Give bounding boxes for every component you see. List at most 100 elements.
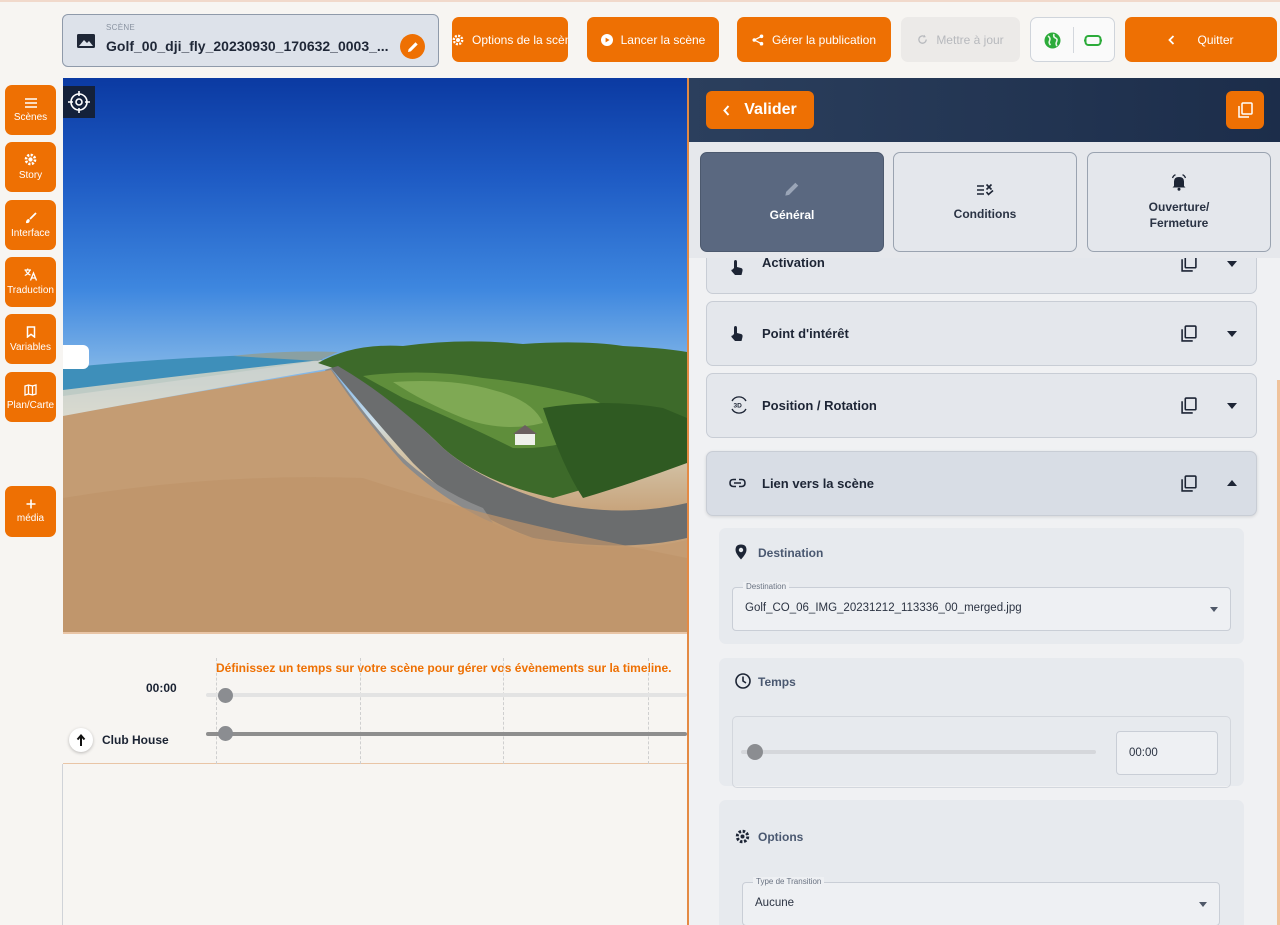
tab-open-close[interactable]: Ouverture/Fermeture (1087, 152, 1271, 252)
chevron-left-icon (1168, 35, 1175, 45)
copy-icon[interactable] (1181, 475, 1197, 492)
section-point-of-interest[interactable]: Point d'intérêt (706, 301, 1257, 366)
chevron-down-icon[interactable] (1227, 403, 1237, 409)
timeline-gridline (216, 658, 217, 764)
update-button[interactable]: Mettre à jour (901, 17, 1020, 62)
brush-icon (25, 212, 37, 224)
validate-button[interactable]: Valider (706, 91, 814, 129)
caret-down-icon (1210, 607, 1218, 612)
timeline-scrubber-knob[interactable] (218, 688, 233, 703)
tab-conditions-label: Conditions (954, 206, 1017, 222)
time-input[interactable]: 00:00 (1116, 731, 1218, 775)
link-icon (729, 478, 746, 488)
add-media-label: média (17, 513, 44, 524)
toggle-separator (1073, 27, 1074, 53)
time-slider-track[interactable] (741, 750, 1096, 754)
panel-tabs: Général Conditions Ouverture/Fermeture (689, 142, 1280, 258)
panel-toggle-handle[interactable] (63, 345, 89, 369)
quit-button[interactable]: Quitter (1125, 17, 1277, 62)
tab-general[interactable]: Général (700, 152, 884, 252)
transition-type-value: Aucune (755, 897, 794, 909)
gear-icon (735, 829, 750, 844)
launch-scene-button[interactable]: Lancer la scène (587, 17, 719, 62)
plus-icon (26, 499, 36, 509)
left-border (62, 764, 63, 925)
scene-selector[interactable]: SCÈNE Golf_00_dji_fly_20230930_170632_00… (62, 14, 439, 67)
copy-icon (1238, 102, 1253, 118)
map-icon (24, 384, 37, 396)
bookmark-icon (26, 326, 36, 338)
copy-icon[interactable] (1181, 397, 1197, 414)
touch-icon (729, 259, 745, 277)
destination-field-label: Destination (743, 582, 789, 591)
tab-open-close-line2: Fermeture (1150, 216, 1209, 230)
translate-icon (24, 268, 38, 281)
scene-label: SCÈNE (106, 23, 135, 32)
time-slider-knob[interactable] (747, 744, 763, 760)
top-accent-line (0, 0, 1280, 2)
bell-icon (1171, 174, 1187, 191)
timeline-gridline (648, 658, 649, 764)
event-track[interactable] (206, 732, 687, 736)
globe-icon[interactable] (1044, 32, 1061, 49)
validate-label: Valider (744, 101, 796, 119)
vr-headset-icon[interactable] (1084, 34, 1102, 47)
timeline-scrubber-track[interactable] (206, 693, 687, 697)
duplicate-panel-button[interactable] (1226, 91, 1264, 129)
sidebar-item-map[interactable]: Plan/Carte (5, 372, 56, 422)
time-input-value: 00:00 (1129, 747, 1158, 759)
compass-button[interactable] (63, 86, 95, 118)
options-card: Options Type de Transition Aucune (719, 800, 1244, 925)
section-position-rotation-title: Position / Rotation (762, 398, 877, 413)
timeline: Définissez un temps sur votre scène pour… (63, 634, 687, 764)
sidebar-item-scenes[interactable]: Scènes (5, 85, 56, 135)
section-scene-link[interactable]: Lien vers la scène (706, 451, 1257, 516)
menu-icon (25, 98, 37, 108)
manage-publication-button[interactable]: Gérer la publication (737, 17, 891, 62)
pencil-icon (784, 181, 800, 197)
image-icon (77, 34, 95, 48)
sidebar-item-label: Story (19, 170, 42, 181)
event-track-knob[interactable] (218, 726, 233, 741)
update-label: Mettre à jour (936, 33, 1003, 47)
section-point-of-interest-title: Point d'intérêt (762, 326, 849, 341)
clock-icon (735, 673, 751, 689)
gear-icon (24, 153, 37, 166)
chevron-left-icon (723, 105, 730, 116)
play-circle-icon (601, 34, 613, 46)
compass-icon (67, 90, 91, 114)
sidebar-item-interface[interactable]: Interface (5, 200, 56, 250)
tab-conditions[interactable]: Conditions (893, 152, 1077, 252)
sidebar-item-label: Variables (10, 342, 51, 353)
panorama-viewer[interactable] (63, 78, 687, 633)
section-position-rotation[interactable]: 3D Position / Rotation (706, 373, 1257, 438)
edit-scene-button[interactable] (400, 34, 425, 59)
tab-open-close-line1: Ouverture/ (1149, 200, 1210, 214)
tab-general-label: Général (770, 207, 815, 223)
chevron-down-icon[interactable] (1227, 261, 1237, 267)
add-media-button[interactable]: média (5, 486, 56, 537)
chevron-up-icon[interactable] (1227, 480, 1237, 486)
transition-type-select[interactable]: Type de Transition Aucune (742, 882, 1220, 925)
refresh-icon (917, 34, 928, 45)
conditions-icon (976, 182, 994, 196)
svg-text:3D: 3D (734, 403, 743, 410)
timeline-current-time: 00:00 (146, 681, 177, 695)
scene-options-button[interactable]: Options de la scène (452, 17, 568, 62)
chevron-down-icon[interactable] (1227, 331, 1237, 337)
copy-icon[interactable] (1181, 325, 1197, 342)
time-control-box: 00:00 (732, 716, 1231, 788)
arrow-up-icon (76, 734, 86, 747)
sidebar-item-translation[interactable]: Traduction (5, 257, 56, 307)
sidebar-item-variables[interactable]: Variables (5, 314, 56, 364)
destination-value: Golf_CO_06_IMG_20231212_113336_00_merged… (745, 602, 1022, 614)
manage-publication-label: Gérer la publication (772, 33, 876, 47)
sidebar-item-story[interactable]: Story (5, 142, 56, 192)
destination-select[interactable]: Destination Golf_CO_06_IMG_20231212_1133… (732, 587, 1231, 631)
time-card: Temps 00:00 (719, 658, 1244, 786)
panorama-image (63, 78, 687, 633)
rotate-3d-icon: 3D (729, 396, 749, 414)
touch-icon (729, 325, 745, 343)
caret-down-icon (1199, 902, 1207, 907)
mode-toggle-group (1030, 17, 1115, 62)
